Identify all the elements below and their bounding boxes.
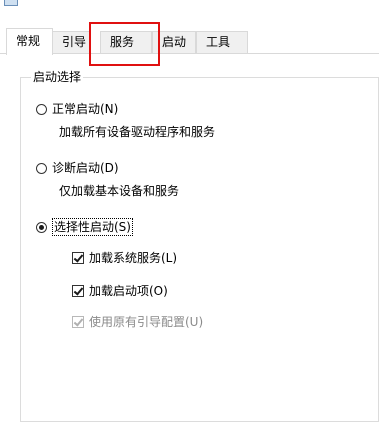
load-system-services-option[interactable]: 加载系统服务(L) <box>72 250 177 266</box>
selective-startup-label: 选择性启动(S) <box>52 218 133 236</box>
selective-startup-radio[interactable] <box>36 221 47 233</box>
use-original-boot-checkbox <box>72 316 84 328</box>
tab-tools[interactable]: 工具 <box>196 31 248 53</box>
load-startup-items-option[interactable]: 加载启动项(O) <box>72 283 168 299</box>
normal-startup-description: 加载所有设备驱动程序和服务 <box>59 125 216 139</box>
tab-startup-label: 启动 <box>162 35 187 49</box>
tab-strip: 常规 引导 服务 启动 工具 <box>0 0 379 58</box>
normal-startup-option[interactable]: 正常启动(N) <box>36 101 118 117</box>
services-tab-highlight-box <box>89 22 160 66</box>
diagnostic-startup-label: 诊断启动(D) <box>52 161 119 175</box>
tab-tools-label: 工具 <box>206 35 231 49</box>
general-tab-panel: 启动选择 正常启动(N) 加载所有设备驱动程序和服务 诊断启动(D) 仅加载基本… <box>0 53 379 422</box>
diagnostic-startup-option[interactable]: 诊断启动(D) <box>36 160 119 176</box>
load-startup-items-checkbox[interactable] <box>72 285 84 297</box>
normal-startup-radio[interactable] <box>36 103 47 115</box>
startup-selection-title: 启动选择 <box>31 70 84 84</box>
load-startup-items-label: 加载启动项(O) <box>89 284 168 298</box>
diagnostic-startup-description: 仅加载基本设备和服务 <box>59 184 180 198</box>
load-system-services-checkbox[interactable] <box>72 252 84 264</box>
use-original-boot-option: 使用原有引导配置(U) <box>72 314 203 330</box>
normal-startup-label: 正常启动(N) <box>52 102 119 116</box>
selective-startup-option[interactable]: 选择性启动(S) <box>36 218 133 236</box>
tab-general[interactable]: 常规 <box>6 28 53 55</box>
tab-boot-label: 引导 <box>62 35 87 49</box>
use-original-boot-label: 使用原有引导配置(U) <box>89 315 204 329</box>
tab-general-label: 常规 <box>16 34 41 48</box>
load-system-services-label: 加载系统服务(L) <box>89 251 178 265</box>
tab-boot[interactable]: 引导 <box>52 31 90 53</box>
diagnostic-startup-radio[interactable] <box>36 162 47 174</box>
